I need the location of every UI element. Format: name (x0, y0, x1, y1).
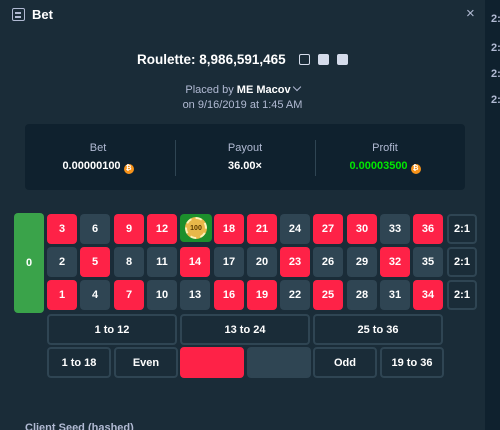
game-title-line: Roulette: 8,986,591,465 (0, 52, 485, 68)
number-cell-2[interactable]: 2 (47, 247, 77, 277)
chip[interactable]: 100 (185, 217, 207, 239)
copy-icon[interactable] (299, 54, 311, 65)
title-bar: Bet × (0, 0, 500, 28)
number-cell-18[interactable]: 18 (214, 214, 244, 244)
number-cell-3[interactable]: 3 (47, 214, 77, 244)
red-bet[interactable] (180, 347, 244, 378)
number-cell-25[interactable]: 25 (313, 280, 343, 310)
number-cell-31[interactable]: 31 (380, 280, 410, 310)
number-cell-24[interactable]: 24 (280, 214, 310, 244)
number-cell-4[interactable]: 4 (80, 280, 110, 310)
edge-text: 2: (491, 68, 500, 80)
stat-bet-label: Bet (89, 142, 107, 154)
dozen-bet-1[interactable]: 1 to 12 (47, 314, 177, 345)
stat-profit-value: 0.00003500 (349, 160, 408, 172)
stat-profit: Profit 0.00003500 ₿ (312, 124, 458, 190)
chevron-down-icon[interactable] (292, 82, 301, 92)
number-cell-14[interactable]: 14 (180, 247, 210, 277)
placed-by-line: Placed by ME Macov (0, 82, 485, 96)
number-cell-17[interactable]: 17 (214, 247, 244, 277)
stat-bet: Bet 0.00000100 ₿ (25, 124, 171, 190)
column-bet-3[interactable]: 2:1 (447, 280, 477, 310)
bet-details-panel: Roulette: 8,986,591,465 Placed by ME Mac… (0, 28, 485, 430)
number-cell-16[interactable]: 16 (214, 280, 244, 310)
number-cell-0[interactable]: 0 (14, 213, 44, 313)
edge-text: 2: (491, 94, 500, 106)
edge-text: 2: (491, 13, 500, 25)
number-cell-32[interactable]: 32 (380, 247, 410, 277)
dozen-bet-3[interactable]: 25 to 36 (313, 314, 443, 345)
number-cell-22[interactable]: 22 (280, 280, 310, 310)
dozen-bet-2[interactable]: 13 to 24 (180, 314, 310, 345)
number-cell-35[interactable]: 35 (413, 247, 443, 277)
bitcoin-icon: ₿ (410, 164, 421, 174)
number-cell-28[interactable]: 28 (347, 280, 377, 310)
number-cell-26[interactable]: 26 (313, 247, 343, 277)
number-cell-34[interactable]: 34 (413, 280, 443, 310)
bet-stats-box: Bet 0.00000100 ₿ Payout 36.00× Profit 0.0… (25, 124, 465, 190)
bitcoin-icon: ₿ (123, 164, 134, 174)
placed-by-prefix: Placed by (185, 84, 234, 96)
stat-payout-label: Payout (227, 142, 263, 154)
number-cell-27[interactable]: 27 (313, 214, 343, 244)
column-bet-2[interactable]: 2:1 (447, 247, 477, 277)
number-cell-33[interactable]: 33 (380, 214, 410, 244)
game-title: Roulette: 8,986,591,465 (137, 52, 286, 67)
column-bet-1[interactable]: 2:1 (447, 214, 477, 244)
chip-highlight: 100 (180, 214, 212, 242)
stat-payout-value: 36.00× (228, 160, 262, 172)
number-cell-1[interactable]: 1 (47, 280, 77, 310)
number-cell-10[interactable]: 10 (147, 280, 177, 310)
stat-bet-value: 0.00000100 (62, 160, 121, 172)
twitter-icon[interactable] (336, 54, 348, 65)
number-cell-23[interactable]: 23 (280, 247, 310, 277)
bet-date: on 9/16/2019 at 1:45 AM (182, 99, 303, 111)
window-title: Bet (32, 7, 53, 22)
number-cell-21[interactable]: 21 (247, 214, 277, 244)
stat-payout: Payout 36.00× (172, 124, 318, 190)
close-icon[interactable]: × (466, 5, 475, 22)
even-bet[interactable]: Even (114, 347, 178, 378)
number-cell-29[interactable]: 29 (347, 247, 377, 277)
number-cell-12[interactable]: 12 (147, 214, 177, 244)
number-cell-9[interactable]: 9 (114, 214, 144, 244)
high-bet[interactable]: 19 to 36 (380, 347, 444, 378)
number-cell-36[interactable]: 36 (413, 214, 443, 244)
client-seed-label: Client Seed (hashed) (25, 422, 134, 430)
low-bet[interactable]: 1 to 18 (47, 347, 111, 378)
odd-bet[interactable]: Odd (313, 347, 377, 378)
bet-icon (12, 8, 25, 21)
black-bet[interactable] (247, 347, 311, 378)
number-cell-7[interactable]: 7 (114, 280, 144, 310)
edge-text: 2: (491, 42, 500, 54)
facebook-icon[interactable] (318, 54, 330, 65)
stat-profit-label: Profit (372, 142, 398, 154)
background-panel-edge: 2: 2: 2: 2: (485, 0, 500, 430)
number-cell-13[interactable]: 13 (180, 280, 210, 310)
number-cell-19[interactable]: 19 (247, 280, 277, 310)
number-cell-8[interactable]: 8 (114, 247, 144, 277)
number-cell-6[interactable]: 6 (80, 214, 110, 244)
number-cell-5[interactable]: 5 (80, 247, 110, 277)
user-name[interactable]: ME Macov (237, 84, 291, 96)
number-cell-20[interactable]: 20 (247, 247, 277, 277)
number-cell-30[interactable]: 30 (347, 214, 377, 244)
number-cell-11[interactable]: 11 (147, 247, 177, 277)
